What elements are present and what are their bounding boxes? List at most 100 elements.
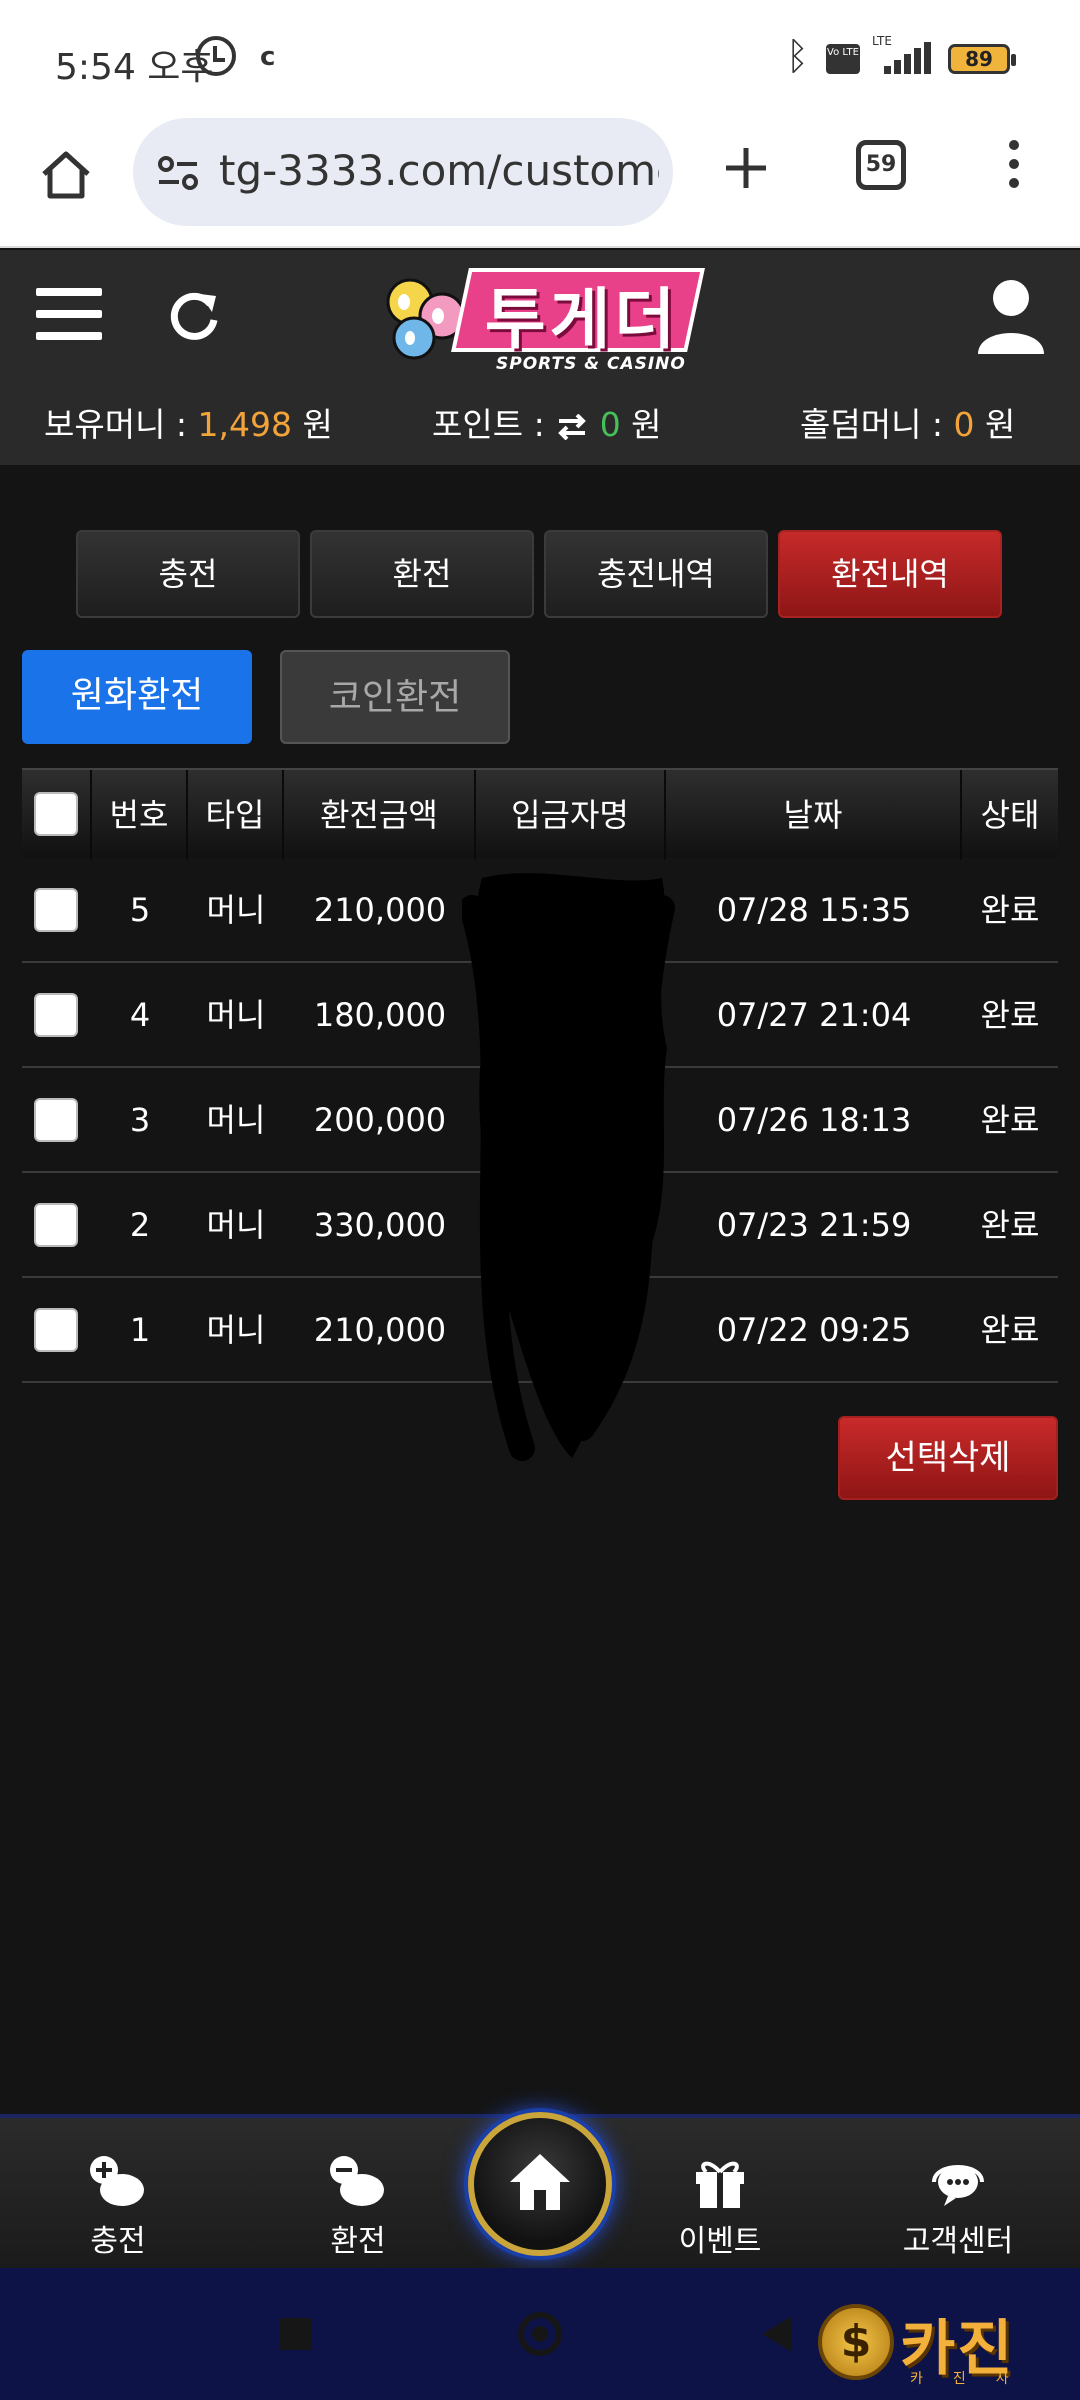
cell-type: 머니 — [206, 1101, 266, 1139]
cell-status: 완료 — [980, 1206, 1040, 1244]
back-icon[interactable] — [762, 2316, 792, 2352]
tab-exchange[interactable]: 환전 — [310, 530, 534, 618]
user-profile-icon[interactable] — [976, 276, 1046, 356]
piggy-minus-icon — [330, 2156, 384, 2206]
exchange-history-table: 번호 타입 환전금액 입금자명 날짜 상태 5 머니 210,000 07/28 15… — [22, 768, 1058, 1383]
cell-date: 07/28 15:35 — [716, 891, 912, 929]
cell-date: 07/23 21:59 — [716, 1206, 912, 1244]
nav-exchange[interactable]: 환전 — [268, 2154, 448, 2274]
delete-selected-button[interactable]: 선택삭제 — [838, 1416, 1058, 1500]
recent-apps-icon[interactable] — [280, 2318, 312, 2350]
refresh-icon[interactable] — [164, 286, 224, 346]
notification-c-icon: c — [260, 42, 276, 72]
holdem-balance: 홀덤머니 : 0 원 — [800, 405, 1016, 444]
table-row: 3 머니 200,000 07/26 18:13 완료 — [22, 1068, 1058, 1173]
cell-type: 머니 — [206, 1311, 266, 1349]
status-bar: 5:54 오후 c ᛒ Vo LTE LTE 89 — [0, 0, 1080, 118]
currency-subtabs: 원화환전 코인환전 — [22, 650, 522, 744]
cell-depositor — [476, 858, 666, 963]
cell-depositor — [476, 1173, 666, 1278]
url-text[interactable]: tg-3333.com/customer — [219, 146, 659, 195]
new-tab-icon[interactable] — [718, 140, 774, 196]
money-balance: 보유머니 : 1,498 원 — [44, 405, 333, 444]
cell-amount: 330,000 — [313, 1206, 447, 1244]
alarm-icon — [196, 36, 236, 76]
cell-number: 2 — [129, 1206, 151, 1244]
row-checkbox[interactable] — [34, 1098, 78, 1142]
coin-icon: $ — [818, 2304, 894, 2380]
row-checkbox[interactable] — [34, 993, 78, 1037]
cell-number: 3 — [129, 1101, 151, 1139]
row-checkbox[interactable] — [34, 1308, 78, 1352]
tab-won-exchange[interactable]: 원화환전 — [22, 650, 252, 744]
status-time: 5:54 오후 — [55, 47, 214, 88]
swap-arrows-icon[interactable] — [555, 413, 589, 440]
cell-type: 머니 — [206, 996, 266, 1034]
cell-amount: 180,000 — [313, 996, 447, 1034]
home-button[interactable] — [468, 2112, 612, 2256]
cell-date: 07/22 09:25 — [716, 1311, 912, 1349]
table-row: 2 머니 330,000 07/23 21:59 완료 — [22, 1173, 1058, 1278]
tab-switcher-button[interactable]: 59 — [856, 140, 906, 190]
nav-charge[interactable]: 충전 — [28, 2154, 208, 2274]
cell-type: 머니 — [206, 891, 266, 929]
header-amount: 환전금액 — [284, 770, 476, 860]
bluetooth-icon: ᛒ — [786, 34, 809, 78]
home-icon — [510, 2154, 570, 2210]
row-checkbox[interactable] — [34, 1203, 78, 1247]
watermark-subtext: 카진사 — [910, 2371, 1039, 2387]
bottom-navigation: 충전 환전 이벤트 고객센터 — [0, 2112, 1080, 2268]
cell-depositor — [476, 963, 666, 1068]
cell-amount: 210,000 — [313, 1311, 447, 1349]
table-row: 1 머니 210,000 07/22 09:25 완료 — [22, 1278, 1058, 1383]
cell-amount: 200,000 — [313, 1101, 447, 1139]
cell-status: 완료 — [980, 891, 1040, 929]
cell-status: 완료 — [980, 1101, 1040, 1139]
cell-status: 완료 — [980, 996, 1040, 1034]
cell-number: 4 — [129, 996, 151, 1034]
table-header: 번호 타입 환전금액 입금자명 날짜 상태 — [22, 768, 1058, 860]
cell-amount: 210,000 — [313, 891, 447, 929]
battery-icon: 89 — [948, 44, 1016, 74]
site-header: 투게더 SPORTS & CASINO 보유머니 : 1,498 원 포인트 :… — [0, 250, 1080, 465]
site-settings-icon[interactable] — [157, 156, 199, 190]
tab-charge[interactable]: 충전 — [76, 530, 300, 618]
balance-bar: 보유머니 : 1,498 원 포인트 : 0 원 홀덤머니 : 0 원 — [0, 398, 1080, 454]
points-balance: 포인트 : 0 원 — [432, 405, 662, 444]
menu-dots-icon[interactable] — [1004, 140, 1024, 196]
tab-coin-exchange[interactable]: 코인환전 — [280, 650, 510, 744]
header-type: 타입 — [188, 770, 284, 860]
nav-support[interactable]: 고객센터 — [868, 2154, 1048, 2274]
nav-event[interactable]: 이벤트 — [630, 2154, 810, 2274]
hamburger-menu-icon[interactable] — [36, 288, 102, 346]
cell-depositor — [476, 1278, 666, 1383]
nav-charge-label: 충전 — [90, 2224, 146, 2259]
nav-exchange-label: 환전 — [330, 2224, 386, 2259]
chat-headset-icon — [932, 2165, 984, 2206]
cell-date: 07/26 18:13 — [716, 1101, 912, 1139]
row-checkbox[interactable] — [34, 888, 78, 932]
cell-type: 머니 — [206, 1206, 266, 1244]
table-row: 5 머니 210,000 07/28 15:35 완료 — [22, 858, 1058, 963]
cell-number: 1 — [129, 1311, 151, 1349]
logo-title: 투게더 — [484, 281, 680, 358]
header-number: 번호 — [92, 770, 188, 860]
header-status: 상태 — [980, 796, 1040, 834]
select-all-checkbox[interactable] — [34, 792, 78, 836]
cell-status: 완료 — [980, 1311, 1040, 1349]
piggy-plus-icon — [90, 2156, 144, 2206]
header-select — [22, 770, 92, 860]
system-home-icon[interactable] — [518, 2312, 562, 2356]
tab-charge-history[interactable]: 충전내역 — [544, 530, 768, 618]
browser-toolbar: tg-3333.com/customer 59 — [0, 118, 1080, 248]
table-row: 4 머니 180,000 07/27 21:04 완료 — [22, 963, 1058, 1068]
header-date: 날짜 — [666, 770, 962, 860]
gift-icon — [696, 2161, 744, 2208]
site-logo[interactable]: 투게더 SPORTS & CASINO — [376, 262, 706, 376]
nav-support-label: 고객센터 — [902, 2224, 1014, 2259]
header-depositor: 입금자명 — [476, 770, 666, 860]
browser-home-icon[interactable] — [38, 146, 94, 202]
tab-exchange-history[interactable]: 환전내역 — [778, 530, 1002, 618]
address-bar[interactable]: tg-3333.com/customer — [133, 118, 673, 226]
nav-event-label: 이벤트 — [678, 2224, 762, 2259]
